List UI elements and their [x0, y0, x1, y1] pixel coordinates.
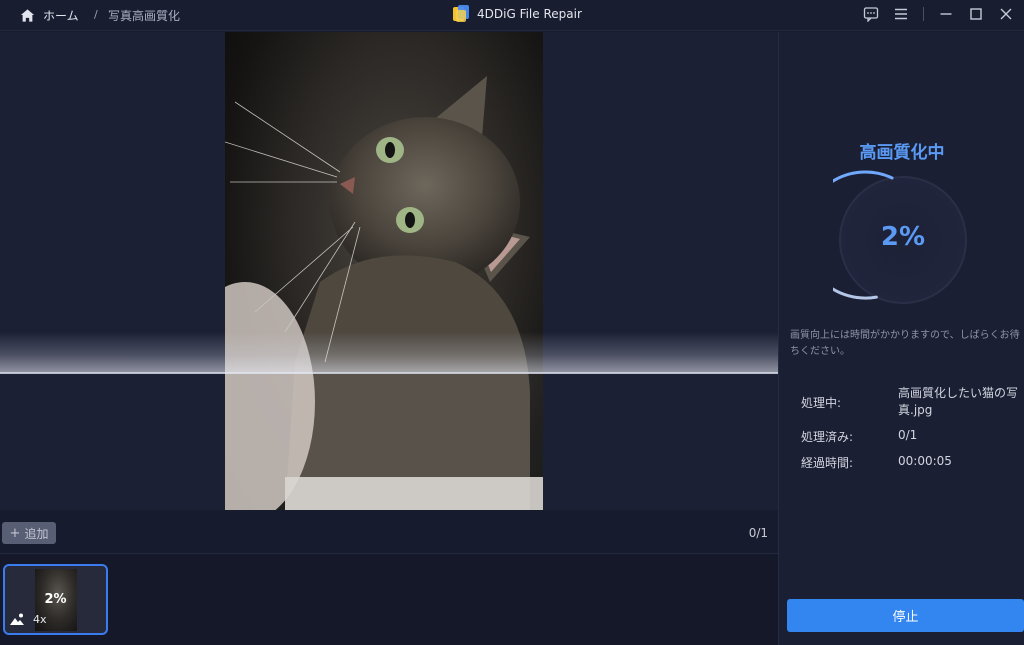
status-title: 高画質化中 — [859, 143, 945, 163]
preview-toolbar: + 追加 0/1 — [0, 512, 778, 554]
thumbnail-item[interactable]: 2% 4x — [3, 564, 108, 635]
app-title-group: 4DDiG File Repair — [452, 4, 582, 24]
enhance-image-icon — [10, 613, 24, 625]
app-title: 4DDiG File Repair — [477, 7, 582, 21]
wait-notice: 画質向上には時間がかかりますので、しばらくお待ちください。 — [790, 330, 1020, 357]
scan-line — [0, 372, 778, 374]
scan-glow — [0, 332, 778, 374]
maximize-icon[interactable] — [968, 6, 984, 22]
feedback-icon[interactable] — [863, 6, 879, 22]
home-icon — [20, 9, 35, 22]
page-count: 0/1 — [748, 526, 768, 540]
status-panel: 高画質化中 2% 画質向上には時間がかかりますので、しばらくお待ちください。 処… — [778, 32, 1024, 645]
breadcrumb-current: 写真高画質化 — [108, 9, 181, 23]
app-logo-icon — [453, 5, 469, 22]
controls-divider — [923, 7, 924, 21]
breadcrumb-separator: / — [94, 8, 98, 21]
home-button[interactable]: ホーム — [20, 7, 79, 24]
add-button[interactable]: + 追加 — [2, 522, 56, 544]
enhanced-region-overlay — [225, 374, 543, 510]
thumbnail-progress: 2% — [44, 592, 67, 607]
processed-count: 0/1 — [898, 428, 918, 442]
stop-button-label: 停止 — [892, 610, 919, 625]
processed-label: 処理済み: — [801, 430, 854, 444]
title-bar: ホーム / 写真高画質化 4DDiG File Repair — [0, 0, 1024, 31]
thumbnail-scale: 4x — [33, 612, 47, 626]
window-controls — [863, 6, 1014, 22]
home-label: ホーム — [43, 9, 79, 23]
progress-percentage: 2% — [880, 222, 926, 252]
thumbnail-badge: 4x — [9, 612, 47, 626]
add-button-label: 追加 — [24, 526, 49, 541]
minimize-icon[interactable] — [938, 6, 954, 22]
stop-button[interactable]: 停止 — [787, 599, 1024, 632]
image-preview-area — [0, 32, 778, 510]
elapsed-time: 00:00:05 — [898, 454, 952, 468]
cat-photo-preview — [225, 32, 543, 510]
thumbnail-strip: 2% 4x — [0, 555, 778, 645]
processing-filename: 高画質化したい猫の写真.jpg — [898, 386, 1019, 417]
elapsed-label: 経過時間: — [801, 456, 854, 470]
plus-icon: + — [9, 525, 21, 541]
processing-label: 処理中: — [801, 396, 842, 410]
close-icon[interactable] — [998, 6, 1014, 22]
menu-icon[interactable] — [893, 6, 909, 22]
